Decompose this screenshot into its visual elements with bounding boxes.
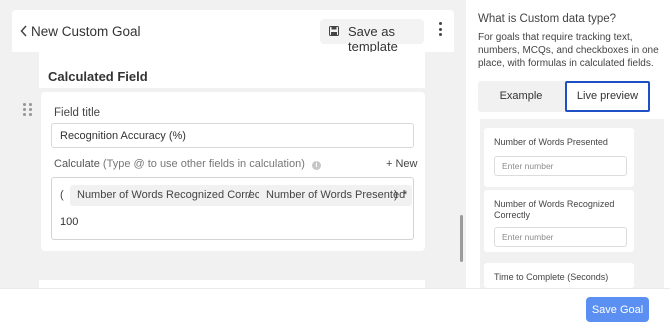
formula-token[interactable]: Number of Words Recognized Correctly	[70, 185, 279, 206]
preview-field-card: Number of Words Presented	[484, 128, 634, 187]
field-title-input[interactable]	[51, 123, 414, 148]
save-as-template-label: Save as template	[348, 24, 398, 54]
field-title-label: Field title	[54, 107, 101, 119]
editor-pane: New Custom Goal Save as template Calcula…	[0, 0, 466, 288]
preview-number-input[interactable]	[494, 227, 627, 247]
formula-close-paren: )	[394, 189, 398, 201]
calculated-field-section: Calculated Field	[39, 52, 425, 88]
formula-multiply-operator: *	[403, 189, 408, 201]
tab-example[interactable]: Example	[478, 81, 564, 112]
help-question: What is Custom data type?	[478, 13, 617, 25]
formula-divide-operator: /	[248, 189, 252, 201]
formula-open-paren: (	[60, 189, 64, 201]
kebab-menu-icon[interactable]	[437, 22, 443, 40]
preview-field-card: Time to Complete (Seconds)	[484, 263, 634, 288]
section-title: Calculated Field	[48, 69, 148, 84]
save-as-template-button[interactable]: Save as template	[320, 19, 424, 54]
drag-handle-icon[interactable]	[23, 103, 33, 117]
live-preview-area: Number of Words Presented Number of Word…	[480, 119, 664, 288]
next-field-card	[39, 280, 425, 288]
preview-number-input[interactable]	[494, 156, 627, 176]
calculated-field-card: Field title Calculate (Type @ to use oth…	[41, 92, 425, 251]
tab-live-preview[interactable]: Live preview	[565, 81, 650, 112]
scrollbar-thumb[interactable]	[460, 215, 463, 262]
chevron-left-icon[interactable]	[19, 25, 29, 37]
footer-bar	[0, 288, 670, 328]
add-new-field-button[interactable]: + New	[386, 158, 418, 170]
page-title: New Custom Goal	[31, 24, 141, 39]
calculate-label: Calculate (Type @ to use other fields in…	[54, 158, 321, 170]
preview-field-label: Number of Words Presented	[494, 137, 608, 147]
formula-constant: 100	[60, 216, 79, 228]
editor-header: New Custom Goal Save as template	[12, 10, 454, 54]
info-icon[interactable]: i	[311, 161, 321, 170]
preview-field-label: Time to Complete (Seconds)	[494, 272, 609, 282]
preview-tabs: Example Live preview	[478, 81, 650, 112]
calculate-hint: (Type @ to use other fields in calculati…	[102, 158, 305, 170]
formula-editor[interactable]: ( Number of Words Recognized Correctly /…	[51, 177, 414, 240]
preview-field-card: Number of Words Recognized Correctly	[484, 190, 634, 252]
calculate-label-text: Calculate	[54, 158, 100, 170]
save-goal-button[interactable]: Save Goal	[586, 297, 649, 322]
preview-field-label: Number of Words Recognized Correctly	[494, 199, 615, 220]
formula-token[interactable]: Number of Words Presented	[259, 185, 413, 206]
help-panel: What is Custom data type? For goals that…	[466, 0, 670, 288]
help-description: For goals that require tracking text, nu…	[478, 32, 659, 70]
save-icon	[329, 26, 339, 36]
